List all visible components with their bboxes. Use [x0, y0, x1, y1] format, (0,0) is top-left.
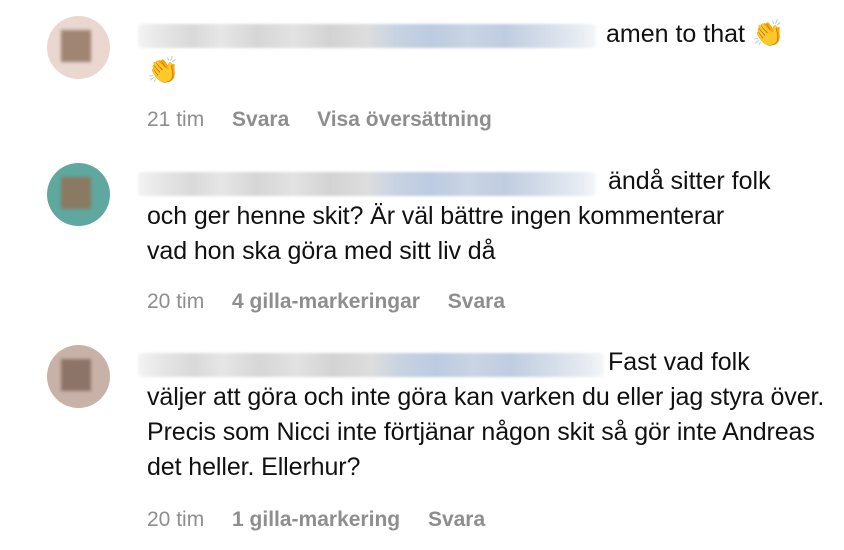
reply-button[interactable]: Svara — [448, 290, 505, 313]
comment-text-continued: väljer att göra och inte göra kan varken… — [147, 383, 825, 481]
comment-meta: 21 tim Svara Visa översättning — [147, 107, 492, 133]
clapping-hands-icon: 👏 — [751, 19, 785, 49]
comment-timestamp: 21 tim — [147, 108, 205, 131]
comment-text-first-line: ändå sitter folk — [608, 164, 771, 199]
likes-count-link[interactable]: 1 gilla-markering — [232, 508, 400, 531]
comment-text: ändå sitter folk — [608, 167, 771, 195]
comment-text-continued: 👏 — [147, 54, 827, 89]
likes-count-link[interactable]: 4 gilla-markeringar — [232, 290, 420, 313]
comment-text-first-line: Fast vad folk — [608, 345, 750, 380]
avatar[interactable] — [47, 345, 110, 408]
comment-text-first-line: amen to that 👏 — [606, 17, 784, 52]
reply-button[interactable]: Svara — [232, 108, 289, 131]
comment-text-continued: och ger henne skit? Är väl bättre ingen … — [147, 202, 725, 265]
avatar[interactable] — [47, 16, 110, 79]
avatar[interactable] — [47, 163, 110, 226]
comment-meta: 20 tim 1 gilla-markering Svara — [147, 507, 485, 533]
comment-timestamp: 20 tim — [147, 508, 205, 531]
comment-text: amen to that — [606, 20, 745, 48]
reply-button[interactable]: Svara — [428, 508, 485, 531]
comment-text: Fast vad folk — [608, 348, 750, 376]
clapping-hands-icon: 👏 — [147, 56, 180, 86]
redacted-username — [138, 172, 596, 196]
translate-button[interactable]: Visa översättning — [317, 108, 492, 131]
comment-meta: 20 tim 4 gilla-markeringar Svara — [147, 289, 505, 315]
comment-timestamp: 20 tim — [147, 290, 205, 313]
redacted-username — [138, 24, 596, 48]
redacted-username — [138, 353, 604, 377]
